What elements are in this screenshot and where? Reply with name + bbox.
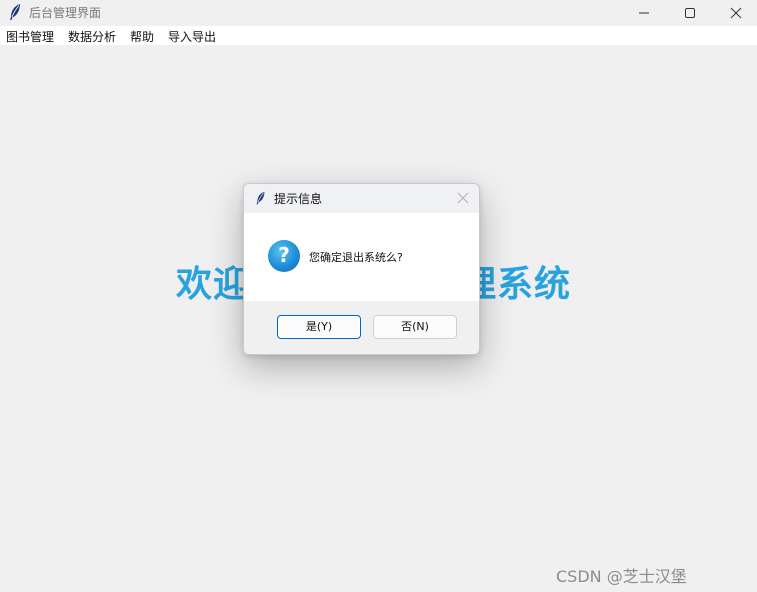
dialog-button-area: 是(Y) 否(N) [244,301,479,354]
close-button[interactable] [713,0,757,26]
dialog-message: 您确定退出系统么? [309,251,403,264]
banner-text-left: 欢迎 [176,264,251,305]
menu-item-help[interactable]: 帮助 [130,28,154,45]
minimize-button[interactable] [621,0,667,26]
yes-button[interactable]: 是(Y) [277,315,361,339]
feather-icon [10,4,20,20]
no-button[interactable]: 否(N) [373,315,457,339]
dialog-title: 提示信息 [274,192,323,206]
menu-item-import-export[interactable]: 导入导出 [168,28,216,45]
dialog-close-icon[interactable] [457,192,469,204]
maximize-button[interactable] [667,0,713,26]
title-bar: 后台管理界面 [0,0,757,26]
exit-confirm-dialog: 提示信息 ? 您确定退出系统么? 是(Y) 否(N) [243,183,480,355]
minimize-icon [639,12,649,14]
csdn-watermark: CSDN @芝士汉堡 ￼￼￼￼ [556,567,692,586]
window-title: 后台管理界面 [29,6,102,20]
feather-icon [256,191,265,205]
dialog-title-bar: 提示信息 [244,184,479,213]
question-icon: ? [268,240,300,272]
close-icon [730,7,742,19]
menu-bar: 图书管理 数据分析 帮助 导入导出 [0,26,757,45]
menu-item-book-management[interactable]: 图书管理 [6,28,54,45]
dialog-body: ? 您确定退出系统么? [244,213,479,301]
maximize-icon [685,8,695,18]
menu-item-data-analysis[interactable]: 数据分析 [68,28,116,45]
